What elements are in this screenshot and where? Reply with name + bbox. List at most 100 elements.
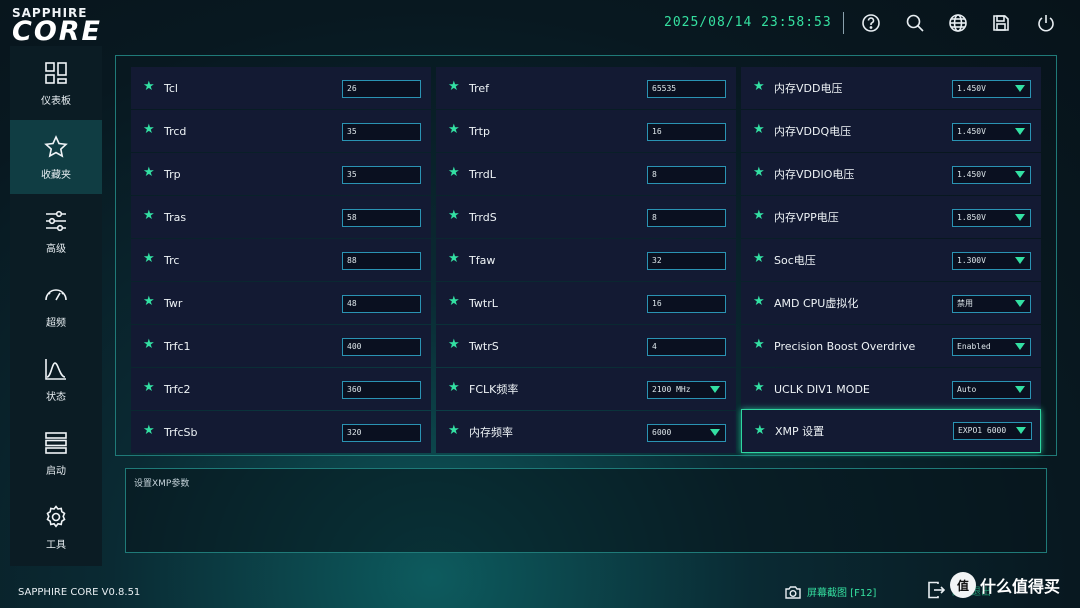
value-input[interactable]: 360 bbox=[342, 381, 421, 399]
setting-row[interactable]: ★ TrfcSb 320 bbox=[131, 411, 431, 453]
star-icon[interactable]: ★ bbox=[143, 166, 157, 180]
star-icon[interactable]: ★ bbox=[448, 252, 462, 266]
value-input[interactable]: 88 bbox=[342, 252, 421, 270]
star-icon[interactable]: ★ bbox=[754, 424, 768, 438]
setting-row[interactable]: ★ Soc电压 1.300V bbox=[741, 239, 1041, 281]
value-input[interactable]: 65535 bbox=[647, 80, 726, 98]
value-input[interactable]: 35 bbox=[342, 166, 421, 184]
setting-row[interactable]: ★ Tfaw 32 bbox=[436, 239, 736, 281]
setting-row[interactable]: ★ Tcl 26 bbox=[131, 67, 431, 109]
setting-row[interactable]: ★ Trc 88 bbox=[131, 239, 431, 281]
value-input[interactable]: 8 bbox=[647, 209, 726, 227]
star-icon[interactable]: ★ bbox=[143, 80, 157, 94]
setting-row[interactable]: ★ TwtrL 16 bbox=[436, 282, 736, 324]
setting-row[interactable]: ★ 内存VDDIO电压 1.450V bbox=[741, 153, 1041, 195]
setting-row[interactable]: ★ Trfc1 400 bbox=[131, 325, 431, 367]
sidebar-item-favorites[interactable]: 收藏夹 bbox=[10, 120, 102, 194]
star-icon[interactable]: ★ bbox=[448, 123, 462, 137]
value-input[interactable]: 35 bbox=[342, 123, 421, 141]
star-icon[interactable]: ★ bbox=[753, 338, 767, 352]
setting-row[interactable]: ★ TwtrS 4 bbox=[436, 325, 736, 367]
setting-row[interactable]: ★ 内存VDDQ电压 1.450V bbox=[741, 110, 1041, 152]
star-icon[interactable]: ★ bbox=[753, 123, 767, 137]
setting-row[interactable]: ★ Trcd 35 bbox=[131, 110, 431, 152]
screenshot-label: 屏幕截图 [F12] bbox=[807, 588, 877, 599]
power-icon[interactable] bbox=[1035, 12, 1057, 34]
star-icon[interactable]: ★ bbox=[143, 381, 157, 395]
value-input[interactable]: 16 bbox=[647, 123, 726, 141]
star-icon[interactable]: ★ bbox=[753, 252, 767, 266]
value-input[interactable]: 16 bbox=[647, 295, 726, 313]
globe-icon[interactable] bbox=[947, 12, 969, 34]
star-icon[interactable]: ★ bbox=[448, 338, 462, 352]
value-dropdown[interactable]: 1.450V bbox=[952, 123, 1031, 141]
save-icon[interactable] bbox=[990, 12, 1012, 34]
sidebar-item-status[interactable]: 状态 bbox=[10, 342, 102, 416]
value-input[interactable]: 320 bbox=[342, 424, 421, 442]
sidebar-item-boot[interactable]: 启动 bbox=[10, 416, 102, 490]
help-icon[interactable] bbox=[860, 12, 882, 34]
setting-row[interactable]: ★ Trtp 16 bbox=[436, 110, 736, 152]
setting-row[interactable]: ★ Tref 65535 bbox=[436, 67, 736, 109]
value-dropdown[interactable]: 1.300V bbox=[952, 252, 1031, 270]
value-dropdown[interactable]: 1.450V bbox=[952, 166, 1031, 184]
star-icon[interactable]: ★ bbox=[448, 166, 462, 180]
star-icon[interactable]: ★ bbox=[753, 295, 767, 309]
star-icon[interactable]: ★ bbox=[143, 424, 157, 438]
sidebar-item-dashboard[interactable]: 仪表板 bbox=[10, 46, 102, 120]
setting-row[interactable]: ★ UCLK DIV1 MODE Auto bbox=[741, 368, 1041, 410]
value-dropdown[interactable]: EXPO1 6000 bbox=[953, 422, 1032, 440]
value-dropdown[interactable]: 禁用 bbox=[952, 295, 1031, 313]
value-input[interactable]: 48 bbox=[342, 295, 421, 313]
setting-row[interactable]: ★ AMD CPU虚拟化 禁用 bbox=[741, 282, 1041, 324]
setting-row[interactable]: ★ Trfc2 360 bbox=[131, 368, 431, 410]
value-dropdown[interactable]: 2100 MHz bbox=[647, 381, 726, 399]
setting-row[interactable]: ★ 内存频率 6000 bbox=[436, 411, 736, 453]
value-input[interactable]: 4 bbox=[647, 338, 726, 356]
star-icon[interactable]: ★ bbox=[448, 295, 462, 309]
setting-row[interactable]: ★ 内存VPP电压 1.850V bbox=[741, 196, 1041, 238]
star-icon[interactable]: ★ bbox=[143, 209, 157, 223]
value-input[interactable]: 8 bbox=[647, 166, 726, 184]
star-icon[interactable]: ★ bbox=[143, 295, 157, 309]
value-dropdown[interactable]: Enabled bbox=[952, 338, 1031, 356]
setting-row[interactable]: ★ Trp 35 bbox=[131, 153, 431, 195]
setting-row[interactable]: ★ Twr 48 bbox=[131, 282, 431, 324]
setting-row-selected[interactable]: ★ XMP 设置 EXPO1 6000 bbox=[741, 409, 1041, 453]
setting-row[interactable]: ★ TrrdS 8 bbox=[436, 196, 736, 238]
value-input[interactable]: 32 bbox=[647, 252, 726, 270]
star-icon bbox=[44, 134, 68, 158]
value-input[interactable]: 400 bbox=[342, 338, 421, 356]
star-icon[interactable]: ★ bbox=[753, 381, 767, 395]
star-icon[interactable]: ★ bbox=[143, 123, 157, 137]
camera-icon bbox=[785, 585, 801, 599]
star-icon[interactable]: ★ bbox=[448, 80, 462, 94]
setting-row[interactable]: ★ Precision Boost Overdrive Enabled bbox=[741, 325, 1041, 367]
chart-icon bbox=[45, 358, 66, 380]
screenshot-button[interactable]: 屏幕截图 [F12] bbox=[785, 584, 876, 599]
star-icon[interactable]: ★ bbox=[143, 252, 157, 266]
setting-row[interactable]: ★ FCLK频率 2100 MHz bbox=[436, 368, 736, 410]
value-dropdown[interactable]: 1.450V bbox=[952, 80, 1031, 98]
sidebar-item-overclock[interactable]: 超频 bbox=[10, 268, 102, 342]
value-dropdown[interactable]: Auto bbox=[952, 381, 1031, 399]
setting-row[interactable]: ★ Tras 58 bbox=[131, 196, 431, 238]
star-icon[interactable]: ★ bbox=[448, 209, 462, 223]
star-icon[interactable]: ★ bbox=[448, 424, 462, 438]
sidebar: 仪表板 收藏夹 高级 超频 状态 启动 工具 bbox=[10, 46, 102, 566]
star-icon[interactable]: ★ bbox=[753, 166, 767, 180]
setting-row[interactable]: ★ 内存VDD电压 1.450V bbox=[741, 67, 1041, 109]
value-dropdown[interactable]: 6000 bbox=[647, 424, 726, 442]
value-input[interactable]: 58 bbox=[342, 209, 421, 227]
value-input[interactable]: 26 bbox=[342, 80, 421, 98]
star-icon[interactable]: ★ bbox=[753, 209, 767, 223]
datetime-display: 2025/08/14 23:58:53 bbox=[664, 15, 832, 30]
setting-row[interactable]: ★ TrrdL 8 bbox=[436, 153, 736, 195]
value-dropdown[interactable]: 1.850V bbox=[952, 209, 1031, 227]
sidebar-item-tools[interactable]: 工具 bbox=[10, 490, 102, 564]
sidebar-item-advanced[interactable]: 高级 bbox=[10, 194, 102, 268]
star-icon[interactable]: ★ bbox=[448, 381, 462, 395]
star-icon[interactable]: ★ bbox=[753, 80, 767, 94]
search-icon[interactable] bbox=[904, 12, 926, 34]
star-icon[interactable]: ★ bbox=[143, 338, 157, 352]
